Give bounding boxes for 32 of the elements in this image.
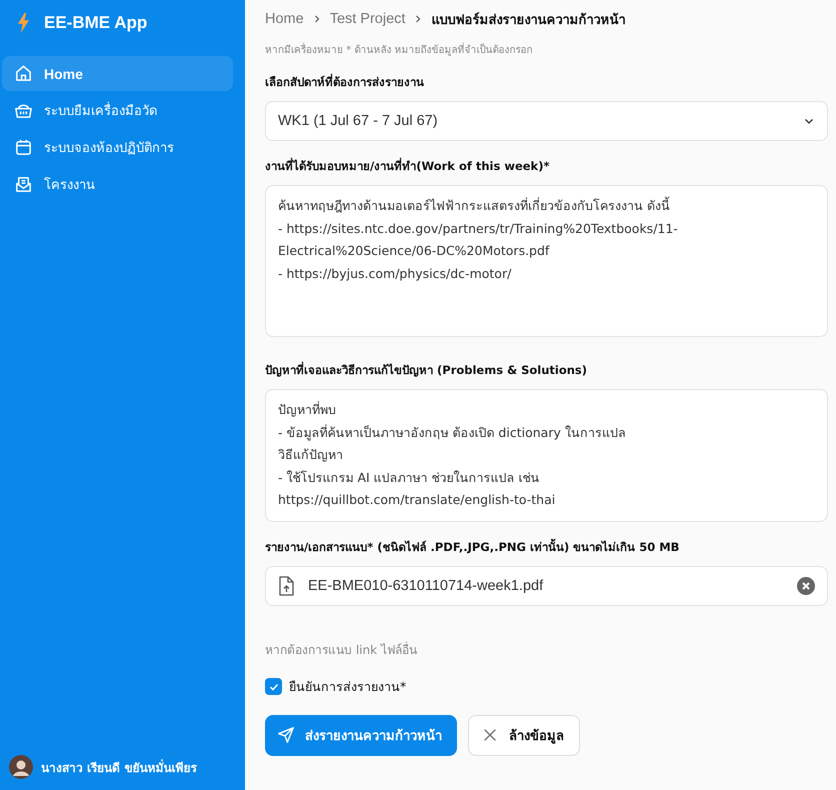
week-select[interactable]: WK1 (1 Jul 67 - 7 Jul 67) — [265, 101, 828, 141]
required-note: หากมีเครื่องหมาย * ด้านหลัง หมายถึงข้อมูลที่จำเป็นต้องกรอก — [265, 42, 828, 57]
file-field[interactable]: EE-BME010-6310110714-week1.pdf — [265, 566, 828, 606]
send-icon — [277, 726, 295, 744]
field-label: งานที่ได้รับมอบหมาย/งานที่ทำ(Work of this week)* — [265, 157, 550, 175]
file-upload-icon — [278, 576, 294, 596]
mail-icon — [14, 175, 33, 194]
submit-button[interactable]: ส่งรายงานความก้าวหน้า — [265, 714, 457, 756]
link-hint: หากต้องการแนบ link ไฟล์อื่น — [265, 640, 418, 658]
field-label: เลือกสัปดาห์ที่ต้องการส่งรายงาน — [265, 73, 425, 91]
close-icon — [481, 726, 499, 744]
breadcrumb-link[interactable]: Test Project — [330, 11, 406, 27]
field-label: ปัญหาที่เจอและวิธีการแก้ไขปัญหา (Problems & Solutions) — [265, 361, 588, 379]
clear-button[interactable]: ล้างข้อมูล — [468, 714, 580, 756]
problems-textarea[interactable]: ปัญหาที่พบ - ข้อมูลที่ค้นหาเป็นภาษาอังกฤษ ต้องเปิด dictionary ในการแปล วิธีแก้ปัญหา - ใช้โปรแกรม AI แปลภาษา ช่วยในการแปล เช่น https://quillbot.com/translate/english-to-thai — [265, 389, 828, 522]
app-title: EE-BME App — [44, 13, 148, 33]
sidebar-item[interactable]: Home — [2, 56, 233, 91]
field-label: รายงาน/เอกสารแนบ* (ชนิดไฟล์ .PDF,.JPG,.PNG เท่านั้น) ขนาดไม่เกิน 50 MB — [265, 538, 680, 556]
breadcrumb-link[interactable]: Home — [265, 11, 304, 27]
calendar-icon — [14, 138, 33, 157]
avatar-icon — [9, 755, 33, 779]
sidebar-item[interactable]: ระบบยืมเครื่องมือวัด — [0, 93, 233, 128]
confirm-checkbox[interactable] — [265, 678, 282, 695]
sidebar-item[interactable]: ระบบจองห้องปฏิบัติการ — [0, 130, 233, 165]
home-icon — [14, 64, 33, 83]
lightning-icon — [17, 13, 30, 33]
user-name: นางสาว เรียนดี ขยันหมั่นเพียร — [41, 758, 196, 776]
work-textarea[interactable]: ค้นหาทฤษฎีทางด้านมอเตอร์ไฟฟ้ากระแสตรงที่เกี่ยวข้องกับโครงงาน ดังนี้ - https://sites.ntc.doe.gov/partners/tr/Training%20Textbooks/11-Electrical%20Science/06-DC%20Motors.pdf - https://byjus.com/physics/dc-motor/ — [265, 185, 828, 337]
sidebar-item[interactable]: โครงงาน — [0, 167, 233, 202]
clear-icon[interactable] — [797, 576, 815, 594]
page-title: แบบฟอร์มส่งรายงานความก้าวหน้า — [431, 11, 626, 30]
checkbox-label: ยืนยันการส่งรายงาน* — [289, 678, 406, 696]
